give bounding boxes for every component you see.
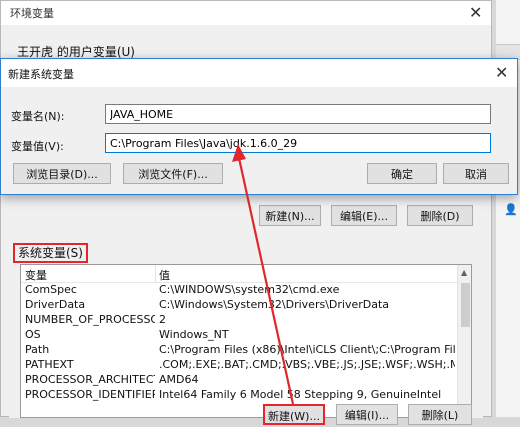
table-row[interactable]: PROCESSOR_ARCHITECTURE AMD64 — [21, 372, 457, 387]
cancel-button[interactable]: 取消 — [443, 163, 509, 184]
row-variable-name: DriverData — [25, 298, 86, 311]
user-edit-button[interactable]: 编辑(E)... — [331, 205, 397, 226]
vertical-scrollbar[interactable]: ▲ ▼ — [457, 265, 471, 417]
table-row[interactable]: ComSpec C:\WINDOWS\system32\cmd.exe — [21, 282, 457, 297]
system-delete-button[interactable]: 删除(L) — [408, 404, 472, 425]
user-delete-button[interactable]: 删除(D) — [407, 205, 473, 226]
system-edit-button[interactable]: 编辑(I)... — [336, 404, 398, 425]
browse-file-button[interactable]: 浏览文件(F)... — [123, 163, 223, 184]
env-window-titlebar: 环境变量 ✕ — [1, 1, 491, 25]
table-row[interactable]: DriverData C:\Windows\System32\Drivers\Dr… — [21, 297, 457, 312]
row-variable-value: C:\WINDOWS\system32\cmd.exe — [159, 283, 340, 296]
header-variable[interactable]: 变量 — [25, 267, 47, 283]
scroll-up-icon[interactable]: ▲ — [461, 268, 467, 277]
system-variables-list[interactable]: 变量 值 ComSpec C:\WINDOWS\system32\cmd.exe D… — [20, 264, 472, 418]
variable-name-label: 变量名(N): — [11, 110, 65, 123]
user-new-button[interactable]: 新建(N)... — [259, 205, 321, 226]
browse-directory-button[interactable]: 浏览目录(D)... — [13, 163, 111, 184]
row-variable-value: 2 — [159, 313, 166, 326]
row-variable-value: AMD64 — [159, 373, 199, 386]
close-icon[interactable]: ✕ — [469, 3, 482, 22]
list-header: 变量 值 — [21, 265, 471, 283]
row-variable-name: PROCESSOR_ARCHITECTURE — [25, 373, 155, 386]
row-variable-value: .COM;.EXE;.BAT;.CMD;.VBS;.VBE;.JS;.JSE;.… — [159, 358, 455, 371]
row-variable-name: PROCESSOR_IDENTIFIER — [25, 388, 155, 401]
system-variables-label: 系统变量(S) — [13, 243, 88, 263]
row-variable-name: OS — [25, 328, 41, 341]
row-variable-name: Path — [25, 343, 50, 356]
close-icon[interactable]: ✕ — [495, 63, 508, 82]
table-row[interactable]: NUMBER_OF_PROCESSORS 2 — [21, 312, 457, 327]
scrollbar-thumb[interactable] — [461, 283, 470, 327]
system-new-button[interactable]: 新建(W)... — [263, 404, 325, 425]
list-rows: ComSpec C:\WINDOWS\system32\cmd.exe Driver… — [21, 282, 457, 402]
row-variable-value: C:\Windows\System32\Drivers\DriverData — [159, 298, 390, 311]
variable-name-input[interactable] — [105, 104, 491, 124]
header-value[interactable]: 值 — [159, 267, 170, 283]
env-window-title: 环境变量 — [10, 7, 54, 20]
variable-value-input[interactable] — [105, 133, 491, 153]
row-variable-value: Intel64 Family 6 Model 58 Stepping 9, Ge… — [159, 388, 442, 401]
column-divider[interactable] — [155, 265, 156, 282]
row-variable-value: Windows_NT — [159, 328, 229, 341]
person-icon: 👤 — [504, 203, 518, 216]
variable-value-label: 变量值(V): — [11, 140, 64, 153]
table-row[interactable]: PATHEXT .COM;.EXE;.BAT;.CMD;.VBS;.VBE;.JS… — [21, 357, 457, 372]
dialog-titlebar: 新建系统变量 ✕ — [1, 59, 517, 87]
new-system-variable-dialog: 新建系统变量 ✕ 变量名(N): 变量值(V): 浏览目录(D)... 浏览文件… — [0, 58, 518, 195]
ok-button[interactable]: 确定 — [367, 163, 437, 184]
dialog-title: 新建系统变量 — [8, 68, 74, 81]
row-variable-name: ComSpec — [25, 283, 77, 296]
table-row[interactable]: PROCESSOR_IDENTIFIER Intel64 Family 6 Mod… — [21, 387, 457, 402]
row-variable-value: C:\Program Files (x86)\Intel\iCLS Client… — [159, 343, 455, 356]
row-variable-name: PATHEXT — [25, 358, 74, 371]
table-row[interactable]: Path C:\Program Files (x86)\Intel\iCLS Cl… — [21, 342, 457, 357]
table-row[interactable]: OS Windows_NT — [21, 327, 457, 342]
row-variable-name: NUMBER_OF_PROCESSORS — [25, 313, 155, 326]
